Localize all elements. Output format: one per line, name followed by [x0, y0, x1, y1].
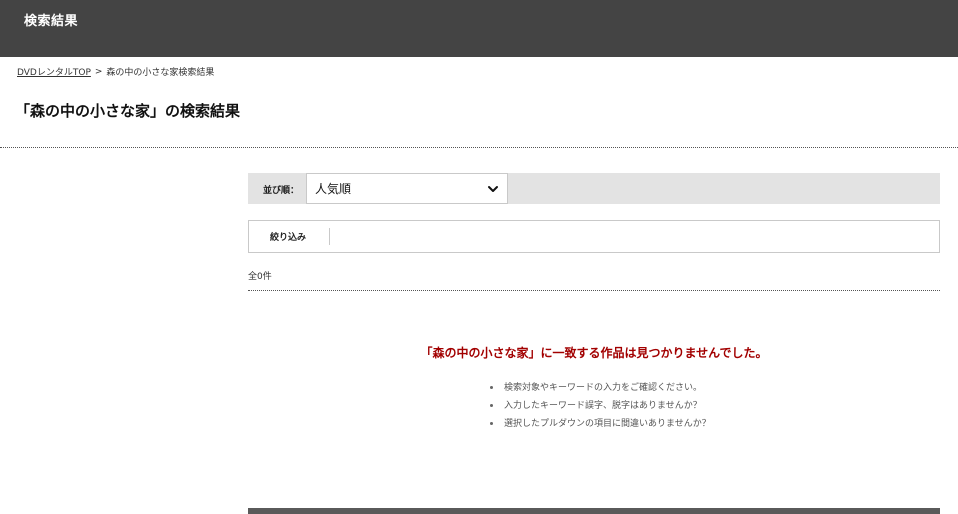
breadcrumb-home-link[interactable]: DVDレンタルTOP — [17, 65, 91, 78]
list-item: 選択したプルダウンの項目に間違いありませんか？ — [490, 415, 711, 433]
filter-separator — [329, 228, 330, 245]
result-count: 全0件 — [248, 272, 272, 282]
list-item: 検索対象やキーワードの入力をご確認ください。 — [490, 379, 711, 397]
sort-order-select[interactable]: 人気順 — [306, 173, 508, 204]
search-tips-list: 検索対象やキーワードの入力をご確認ください。 入力したキーワード誤字、脱字はあり… — [490, 379, 711, 433]
sort-label: 並び順： — [263, 186, 300, 196]
page-title: 「森の中の小さな家」の検索結果 — [15, 102, 241, 120]
breadcrumb-separator: > — [94, 66, 103, 77]
footer-bar — [248, 508, 940, 514]
top-header-bar: 検索結果 — [0, 0, 958, 57]
sort-bar: 並び順： 人気順 — [248, 173, 940, 204]
section-divider — [0, 147, 958, 148]
filter-button[interactable]: 絞り込み — [270, 230, 306, 243]
breadcrumb-current: 森の中の小さな家検索結果 — [106, 68, 215, 78]
sort-selected-value: 人気順 — [315, 182, 352, 196]
chevron-down-icon — [488, 186, 498, 192]
results-divider — [248, 290, 940, 291]
list-item: 入力したキーワード誤字、脱字はありませんか？ — [490, 397, 711, 415]
filter-bar: 絞り込み — [248, 220, 940, 253]
no-results-message: 「森の中の小さな家」に一致する作品は見つかりませんでした。 — [420, 346, 768, 360]
breadcrumb: DVDレンタルTOP > 森の中の小さな家検索結果 — [17, 65, 215, 79]
header-title: 検索結果 — [24, 14, 79, 29]
